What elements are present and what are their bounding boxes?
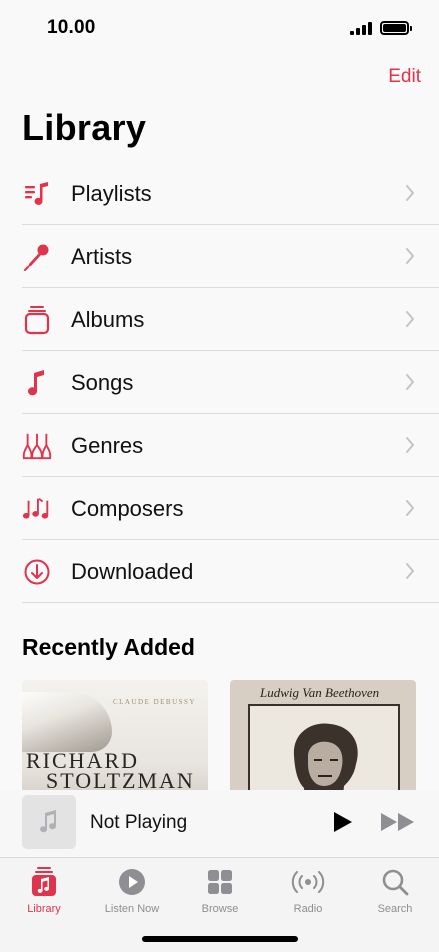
tab-listen-now[interactable]: Listen Now [88, 866, 176, 915]
chevron-right-icon [406, 185, 414, 201]
signal-icon [350, 21, 372, 35]
library-item-label: Artists [71, 243, 133, 269]
album-title: Ludwig Van Beethoven [260, 685, 380, 700]
chevron-right-icon [406, 437, 414, 453]
library-item-artists[interactable]: Artists [0, 225, 439, 288]
browse-icon [176, 866, 264, 898]
chevron-right-icon [406, 374, 414, 390]
album-composer: CLAUDE DEBUSSY [112, 698, 196, 706]
status-icons [350, 21, 412, 35]
album-cover-beethoven[interactable]: Ludwig Van Beethoven [230, 680, 416, 790]
tab-label: Listen Now [104, 903, 160, 915]
tab-label: Browse [201, 903, 239, 915]
tab-browse[interactable]: Browse [176, 866, 264, 915]
status-time: 10.00 [47, 17, 96, 38]
library-item-genres[interactable]: Genres [0, 414, 439, 477]
library-item-label: Genres [71, 432, 144, 458]
mini-player-artwork [22, 795, 76, 849]
chevron-right-icon [406, 500, 414, 516]
tab-library[interactable]: Library [0, 866, 88, 915]
now-playing-title: Not Playing [90, 812, 188, 833]
chevron-right-icon [406, 248, 414, 264]
fast-forward-icon[interactable] [380, 811, 416, 833]
albums-icon [22, 305, 52, 335]
library-list: Playlists Artists Albums Songs Genres Co… [0, 162, 439, 603]
library-item-label: Playlists [71, 180, 152, 206]
music-note-icon [22, 368, 52, 398]
library-icon [0, 866, 88, 898]
tab-label: Library [27, 903, 61, 915]
tab-search[interactable]: Search [351, 866, 439, 915]
mini-player[interactable]: Not Playing [0, 790, 439, 856]
edit-button[interactable]: Edit [388, 66, 421, 88]
tab-label: Search [377, 903, 413, 915]
chevron-right-icon [406, 563, 414, 579]
download-icon [22, 557, 52, 587]
music-note-icon [40, 810, 57, 833]
listen-now-icon [88, 866, 176, 898]
library-item-label: Composers [71, 495, 184, 521]
radio-icon [264, 866, 352, 898]
guitars-icon [22, 431, 52, 461]
battery-icon [380, 21, 412, 35]
library-item-playlists[interactable]: Playlists [0, 162, 439, 225]
home-indicator [142, 936, 298, 942]
portrait-image [293, 723, 358, 790]
album-cover-stoltzman[interactable]: CLAUDE DEBUSSY RICHARD STOLTZMAN [22, 680, 208, 790]
library-item-label: Downloaded [71, 558, 194, 584]
recently-added-row: CLAUDE DEBUSSY RICHARD STOLTZMAN Ludwig … [22, 680, 439, 790]
chevron-right-icon [406, 311, 414, 327]
tab-radio[interactable]: Radio [264, 866, 352, 915]
playlists-icon [22, 179, 52, 209]
album-artist-line2: STOLTZMAN [46, 768, 195, 790]
library-item-composers[interactable]: Composers [0, 477, 439, 540]
library-item-songs[interactable]: Songs [0, 351, 439, 414]
microphone-icon [22, 242, 52, 272]
library-item-downloaded[interactable]: Downloaded [0, 540, 439, 603]
recently-added-title: Recently Added [22, 634, 195, 660]
status-bar: 10.00 [0, 0, 439, 60]
page-title: Library [22, 107, 147, 148]
library-item-albums[interactable]: Albums [0, 288, 439, 351]
search-icon [351, 866, 439, 898]
composers-icon [22, 494, 52, 524]
play-icon[interactable] [330, 810, 354, 834]
library-item-label: Songs [71, 369, 134, 395]
library-item-label: Albums [71, 306, 145, 332]
tab-label: Radio [293, 903, 323, 915]
